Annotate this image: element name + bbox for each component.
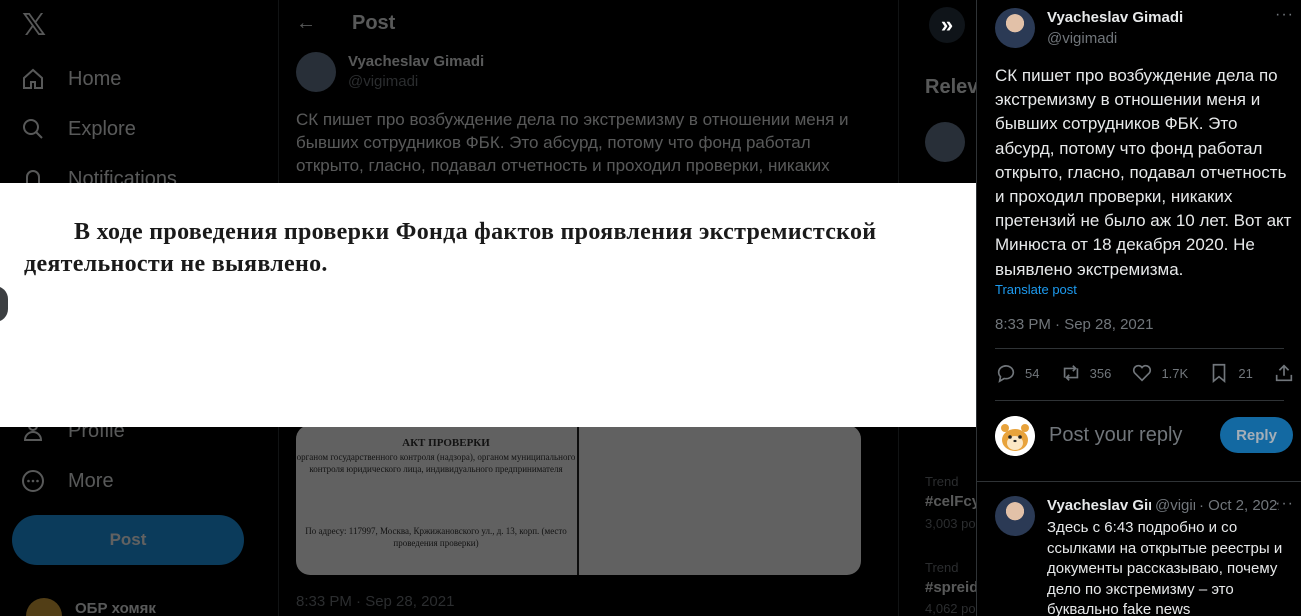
reply-button[interactable]: Reply	[1220, 417, 1293, 453]
more-options-icon[interactable]: ···	[1275, 6, 1294, 24]
trend-post-count: 4,062 pos	[925, 601, 976, 616]
doc-title: АКТ ПРОВЕРКИ	[402, 437, 490, 449]
avatar[interactable]	[995, 496, 1035, 536]
reply-count: 54	[1025, 365, 1040, 381]
trend-hashtag[interactable]: #spreid	[925, 579, 976, 596]
media-text-line: деятельности не выявлено.	[24, 251, 328, 277]
relevant-people-heading: Relev	[925, 76, 976, 98]
repost-count: 356	[1089, 365, 1112, 381]
back-arrow-icon[interactable]: ←	[296, 12, 316, 35]
reply-action[interactable]: 54	[995, 362, 1039, 384]
more-options-icon[interactable]: ···	[1275, 495, 1294, 513]
reply-tweet-handle[interactable]: @vigimadi	[1155, 497, 1195, 514]
avatar[interactable]	[925, 122, 965, 162]
home-icon	[20, 66, 46, 92]
avatar[interactable]	[995, 8, 1035, 48]
like-action[interactable]: 1.7K	[1131, 362, 1188, 384]
repost-icon	[1063, 365, 1078, 381]
tweet-image[interactable]: АКТ ПРОВЕРКИ органом государственного ко…	[296, 425, 861, 575]
repost-action[interactable]: 356	[1060, 362, 1112, 384]
divider	[995, 348, 1284, 349]
tweet-detail-panel: Vyacheslav Gimadi @vigimadi ··· СК пишет…	[976, 0, 1301, 616]
avatar[interactable]	[995, 416, 1035, 456]
tweet-timestamp[interactable]: 8:33 PM · Sep 28, 2021	[995, 316, 1153, 333]
collapse-panel-button[interactable]: »	[929, 7, 965, 43]
more-circle-icon	[20, 468, 46, 494]
media-text-line: В ходе проведения проверки Фонда фактов …	[74, 219, 877, 245]
tweet-text: СК пишет про возбуждение дела по экстрем…	[296, 110, 849, 175]
doc-address: По адресу: 117997, Москва, Кржижановског…	[305, 526, 567, 548]
tweet-author[interactable]: Vyacheslav Gimadi	[1047, 9, 1183, 26]
divider	[995, 400, 1284, 401]
tweet-handle[interactable]: @vigimadi	[1047, 30, 1117, 47]
bookmark-icon	[1213, 363, 1226, 384]
account-name[interactable]: ОБР хомяк	[75, 600, 156, 616]
nav-explore[interactable]: Explore	[20, 116, 136, 142]
nav-explore-label: Explore	[68, 117, 136, 140]
trend-label: Trend	[925, 560, 959, 575]
tweet-timestamp[interactable]: 8:33 PM · Sep 28, 2021	[296, 593, 454, 610]
tweet-handle[interactable]: @vigimadi	[348, 73, 418, 90]
post-button[interactable]: Post	[12, 515, 244, 565]
bookmark-count: 21	[1238, 365, 1253, 381]
translate-link[interactable]: Translate post	[995, 282, 1077, 297]
nav-home[interactable]: Home	[20, 66, 121, 92]
share-icon	[1275, 364, 1293, 382]
reply-tweet-text: Здесь с 6:43 подробно и со ссылками на о…	[1047, 519, 1283, 616]
doc-subtitle: органом государственного контроля (надзо…	[296, 452, 576, 474]
reply-tweet-author[interactable]: Vyacheslav Gimadi	[1047, 497, 1151, 514]
avatar[interactable]	[296, 52, 336, 92]
media-image[interactable]: В ходе проведения проверки Фонда фактов …	[0, 183, 976, 427]
account-avatar[interactable]	[26, 598, 62, 616]
x-logo-icon[interactable]: 𝕏	[22, 8, 46, 43]
tweet-text: СК пишет про возбуждение дела по экстрем…	[995, 66, 1292, 279]
bookmark-action[interactable]: 21	[1208, 362, 1253, 384]
search-icon	[20, 116, 46, 142]
nav-more-label: More	[68, 469, 114, 492]
trend-label: Trend	[925, 474, 959, 489]
trend-hashtag[interactable]: #celFcy	[925, 493, 976, 510]
reply-input[interactable]: Post your reply	[1049, 424, 1182, 447]
nav-more[interactable]: More	[20, 468, 114, 494]
heart-icon	[1133, 364, 1152, 382]
trend-post-count: 3,003 pos	[925, 516, 976, 531]
share-action[interactable]	[1273, 362, 1295, 384]
reply-tweet-header: Vyacheslav Gimadi @vigimadi · Oct 2, 202…	[1047, 497, 1279, 514]
page-title: Post	[352, 12, 396, 34]
like-count: 1.7K	[1161, 365, 1189, 381]
nav-home-label: Home	[68, 67, 122, 90]
double-chevron-right-icon: »	[940, 12, 954, 37]
reply-tweet-date[interactable]: · Oct 2, 2021	[1199, 497, 1279, 514]
tweet-author[interactable]: Vyacheslav Gimadi	[348, 53, 484, 70]
hamster-avatar-icon	[995, 416, 1035, 456]
reply-icon	[997, 365, 1015, 383]
tweet-actions: 54 356 1.7K 21	[995, 362, 1295, 384]
divider	[977, 481, 1301, 482]
doc-fold-line	[577, 425, 579, 575]
